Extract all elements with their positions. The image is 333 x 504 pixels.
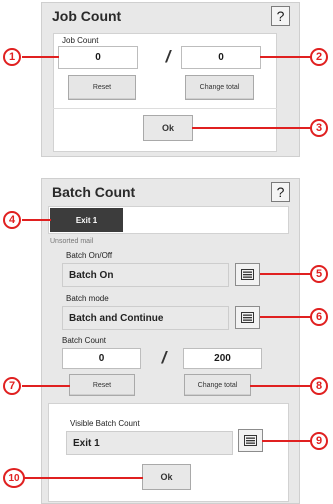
batch-mode-field[interactable]: Batch and Continue: [62, 306, 229, 330]
job-count-title: Job Count: [52, 8, 122, 24]
job-count-help-button[interactable]: ?: [271, 6, 290, 26]
batch-count-reset-button[interactable]: Reset: [69, 374, 135, 396]
batch-count-ok-button[interactable]: Ok: [142, 464, 191, 490]
callout-8-leader: [250, 385, 312, 387]
callout-1-leader: [22, 56, 59, 58]
callout-6-leader: [260, 316, 312, 318]
list-icon: [244, 435, 257, 446]
callout-2: 2: [310, 48, 328, 66]
job-count-current-field[interactable]: 0: [58, 46, 138, 69]
callout-5-leader: [260, 273, 312, 275]
callout-2-leader: [260, 56, 312, 58]
callout-4: 4: [3, 211, 21, 229]
batch-count-total-field[interactable]: 200: [183, 348, 262, 369]
unsorted-mail-label: Unsorted mail: [50, 238, 94, 245]
batch-count-separator: /: [161, 348, 167, 367]
job-count-divider: [53, 108, 277, 109]
callout-10: 10: [3, 468, 25, 488]
batch-mode-list-button[interactable]: [235, 306, 260, 329]
job-count-field-label: Job Count: [62, 36, 99, 45]
callout-4-leader: [22, 219, 51, 221]
job-count-total-field[interactable]: 0: [181, 46, 261, 69]
batch-count-current-field[interactable]: 0: [62, 348, 141, 369]
visible-batch-field[interactable]: Exit 1: [66, 431, 233, 455]
callout-3-leader: [192, 127, 313, 129]
callout-5: 5: [310, 265, 328, 283]
callout-7-leader: [22, 385, 70, 387]
batch-onoff-list-button[interactable]: [235, 263, 260, 286]
job-count-change-total-button[interactable]: Change total: [185, 75, 254, 100]
callout-1: 1: [3, 48, 21, 66]
visible-batch-label: Visible Batch Count: [70, 419, 140, 428]
tab-exit-1[interactable]: Exit 1: [50, 208, 123, 232]
batch-count-title: Batch Count: [52, 184, 136, 200]
callout-6: 6: [310, 308, 328, 326]
callout-3: 3: [310, 119, 328, 137]
batch-count-label: Batch Count: [62, 336, 107, 345]
job-count-separator: /: [165, 47, 171, 66]
batch-count-change-total-button[interactable]: Change total: [184, 374, 251, 396]
batch-onoff-label: Batch On/Off: [66, 251, 113, 260]
list-icon: [241, 269, 254, 280]
batch-onoff-field[interactable]: Batch On: [62, 263, 229, 287]
callout-7: 7: [3, 377, 21, 395]
callout-9: 9: [310, 432, 328, 450]
callout-8: 8: [310, 377, 328, 395]
batch-mode-label: Batch mode: [66, 294, 109, 303]
visible-batch-list-button[interactable]: [238, 429, 263, 452]
batch-count-help-button[interactable]: ?: [271, 182, 290, 202]
callout-10-leader: [24, 477, 143, 479]
list-icon: [241, 312, 254, 323]
job-count-reset-button[interactable]: Reset: [68, 75, 136, 100]
job-count-ok-button[interactable]: Ok: [143, 115, 193, 141]
callout-9-leader: [262, 440, 312, 442]
